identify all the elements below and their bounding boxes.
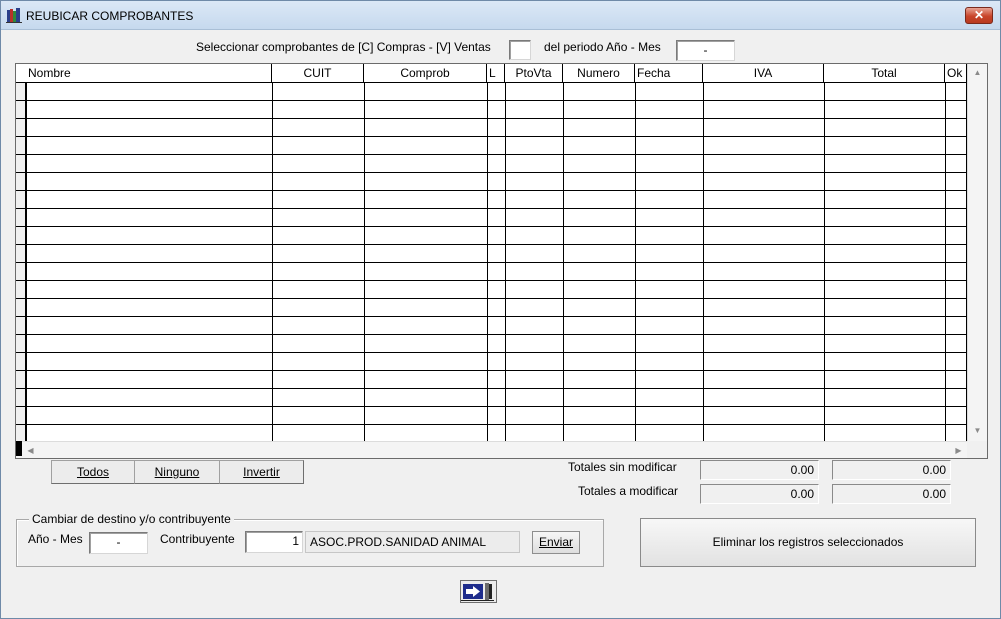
destination-period-value: -: [116, 535, 121, 549]
vertical-scrollbar[interactable]: ▲ ▼: [967, 64, 987, 441]
table-row: [16, 370, 967, 371]
totals-modify-iva: 0.00: [700, 484, 819, 504]
table-row: [16, 100, 967, 101]
select-none-button[interactable]: Ninguno: [134, 460, 220, 484]
col-header-l[interactable]: L: [487, 64, 505, 83]
exit-door-icon: [461, 583, 494, 601]
totals-unmodified-iva: 0.00: [700, 460, 819, 480]
taxpayer-code-value: 1: [292, 534, 299, 548]
table-row: [16, 226, 967, 227]
grid-header: Nombre CUIT Comprob L PtoVta Numero Fech…: [16, 64, 967, 83]
table-row: [16, 172, 967, 173]
table-row: [16, 136, 967, 137]
col-header-cuit[interactable]: CUIT: [272, 64, 364, 83]
col-header-comprob[interactable]: Comprob: [364, 64, 487, 83]
send-button[interactable]: Enviar: [532, 531, 580, 554]
scroll-down-icon[interactable]: ▼: [969, 422, 986, 439]
table-row: [16, 280, 967, 281]
invert-selection-label: Invertir: [243, 465, 280, 479]
totals-modify-label: Totales a modificar: [578, 484, 679, 498]
select-type-label: Seleccionar comprobantes de [C] Compras …: [196, 40, 491, 54]
table-row: [16, 424, 967, 425]
select-all-button[interactable]: Todos: [51, 460, 135, 484]
col-header-ptovta[interactable]: PtoVta: [505, 64, 563, 83]
col-header-ok[interactable]: Ok: [945, 64, 967, 83]
send-label: Enviar: [538, 535, 573, 549]
period-input[interactable]: -: [676, 40, 735, 61]
title-bar: REUBICAR COMPROBANTES ✕: [1, 1, 1000, 30]
table-row: [16, 190, 967, 191]
taxpayer-code-input[interactable]: 1: [245, 531, 303, 553]
delete-selected-label: Eliminar los registros seleccionados: [712, 535, 904, 549]
taxpayer-name: ASOC.PROD.SANIDAD ANIMAL: [305, 531, 520, 553]
col-header-numero[interactable]: Numero: [563, 64, 635, 83]
destination-group-title: Cambiar de destino y/o contribuyente: [29, 512, 234, 526]
table-row: [16, 406, 967, 407]
table-row: [16, 316, 967, 317]
delete-selected-button[interactable]: Eliminar los registros seleccionados: [640, 518, 976, 567]
horizontal-scrollbar[interactable]: ◀ ▶: [16, 441, 967, 458]
window: REUBICAR COMPROBANTES ✕ Seleccionar comp…: [0, 0, 1001, 619]
totals-unmodified-total: 0.00: [832, 460, 951, 480]
destination-period-label: Año - Mes: [28, 532, 83, 546]
col-header-nombre[interactable]: Nombre: [26, 64, 272, 83]
table-row: [16, 352, 967, 353]
table-row: [16, 388, 967, 389]
scroll-right-icon[interactable]: ▶: [950, 442, 967, 458]
vouchers-grid[interactable]: Nombre CUIT Comprob L PtoVta Numero Fech…: [15, 63, 988, 459]
table-row: [16, 298, 967, 299]
grid-body[interactable]: [16, 83, 967, 441]
destination-period-input[interactable]: -: [89, 532, 148, 554]
table-row: [16, 208, 967, 209]
scroll-corner: [967, 441, 987, 458]
exit-button[interactable]: [460, 580, 497, 603]
app-books-icon: [6, 8, 22, 23]
table-row: [16, 334, 967, 335]
period-input-value: -: [703, 43, 708, 57]
close-button[interactable]: ✕: [965, 7, 993, 24]
current-row-marker: [16, 441, 22, 456]
col-header-fecha[interactable]: Fecha: [635, 64, 703, 83]
destination-group: Cambiar de destino y/o contribuyente Año…: [16, 512, 604, 567]
window-title: REUBICAR COMPROBANTES: [26, 9, 194, 23]
invert-selection-button[interactable]: Invertir: [219, 460, 304, 484]
col-header-total[interactable]: Total: [824, 64, 945, 83]
select-none-label: Ninguno: [154, 465, 200, 479]
select-all-label: Todos: [76, 465, 110, 479]
totals-unmodified-label: Totales sin modificar: [568, 460, 677, 474]
close-icon: ✕: [973, 8, 985, 22]
scroll-up-icon[interactable]: ▲: [969, 64, 986, 81]
table-row: [16, 244, 967, 245]
period-label: del periodo Año - Mes: [544, 40, 661, 54]
col-header-iva[interactable]: IVA: [703, 64, 824, 83]
table-row: [16, 154, 967, 155]
totals-modify-total: 0.00: [832, 484, 951, 504]
table-row: [16, 262, 967, 263]
scroll-left-icon[interactable]: ◀: [22, 442, 39, 458]
table-row: [16, 118, 967, 119]
taxpayer-label: Contribuyente: [160, 532, 235, 546]
type-input[interactable]: [509, 40, 531, 60]
